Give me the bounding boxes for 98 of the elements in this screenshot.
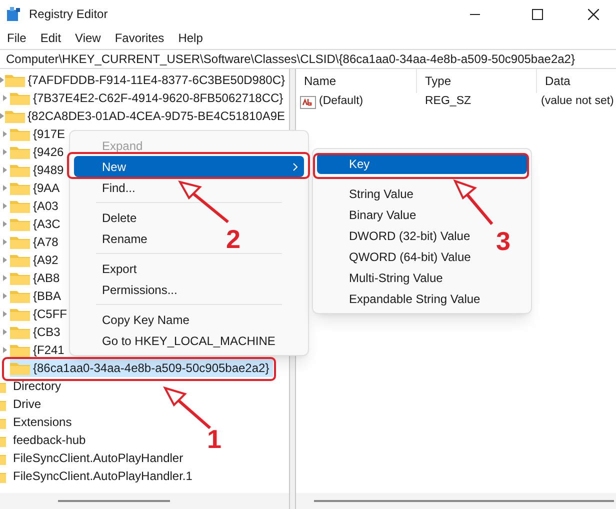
folder-icon xyxy=(10,272,30,284)
menu-item[interactable]: Permissions... xyxy=(74,279,180,300)
folder-icon xyxy=(10,200,30,212)
column-header[interactable]: Data xyxy=(536,69,616,93)
tree-item[interactable]: {C5FF xyxy=(10,305,72,323)
tree-item[interactable]: {9AA xyxy=(10,179,64,197)
folder-icon xyxy=(10,290,30,302)
folder-icon xyxy=(10,308,30,320)
scrollbar-thumb[interactable] xyxy=(314,500,614,502)
expand-chevron-icon[interactable] xyxy=(3,131,7,137)
expand-chevron-icon[interactable] xyxy=(3,347,7,353)
tree-item[interactable]: {A03 xyxy=(10,197,62,215)
tree-item[interactable]: Extensions xyxy=(0,413,75,431)
app-icon xyxy=(7,7,21,21)
annotation-number: 3 xyxy=(496,228,510,254)
folder-icon xyxy=(10,236,30,248)
tree-item[interactable]: {7B37E4E2-C62F-4914-9620-8FB5062718CC} xyxy=(10,89,288,107)
tree-item[interactable]: {A78 xyxy=(10,233,62,251)
close-icon xyxy=(588,8,598,20)
tree-item[interactable]: {7AFDFDDB-F914-11E4-8377-6C3BE50D980C} xyxy=(4,71,289,89)
tree-item[interactable]: Drive xyxy=(0,395,44,413)
value-name: (Default) xyxy=(319,94,364,110)
tree-item[interactable]: Directory xyxy=(0,377,64,395)
expand-chevron-icon[interactable] xyxy=(0,113,4,119)
column-header[interactable]: Name xyxy=(296,69,416,93)
window-title: Registry Editor xyxy=(29,6,108,23)
tree-item[interactable]: {F241 xyxy=(10,341,68,359)
table-cell-text: (value not set) xyxy=(540,94,615,110)
expand-chevron-icon[interactable] xyxy=(3,239,7,245)
folder-icon xyxy=(10,128,30,140)
column-header[interactable]: Type xyxy=(416,69,536,93)
annotation-number: 1 xyxy=(207,426,222,452)
folder-icon xyxy=(10,218,30,230)
expand-chevron-icon[interactable] xyxy=(0,77,4,83)
tree-item[interactable]: {A92 xyxy=(10,251,62,269)
annotation-arrow xyxy=(453,179,494,225)
folder-icon xyxy=(10,182,30,194)
menu-item[interactable]: Multi-String Value xyxy=(317,267,445,288)
scrollbar-thumb[interactable] xyxy=(58,500,170,502)
expand-chevron-icon[interactable] xyxy=(3,185,7,191)
menu-item[interactable]: Copy Key Name xyxy=(74,309,192,330)
expand-chevron-icon[interactable] xyxy=(3,167,7,173)
menu-item[interactable]: Export xyxy=(74,258,139,279)
tree-item[interactable]: {9489 xyxy=(10,161,68,179)
menu-item[interactable]: File xyxy=(7,29,26,47)
expand-chevron-icon[interactable] xyxy=(3,275,7,281)
horizontal-scrollbar[interactable] xyxy=(0,493,289,509)
tree-item[interactable]: {9426 xyxy=(10,143,68,161)
menu-item[interactable]: Rename xyxy=(74,228,150,249)
expand-chevron-icon[interactable] xyxy=(3,149,7,155)
menu-item[interactable]: String Value xyxy=(317,183,416,204)
tree-item[interactable]: feedback-hub xyxy=(0,431,89,449)
expand-chevron-icon[interactable] xyxy=(3,221,7,227)
menu-item[interactable]: Binary Value xyxy=(317,204,418,225)
menu-item[interactable]: Expandable String Value xyxy=(317,288,482,309)
horizontal-scrollbar[interactable] xyxy=(296,493,616,509)
folder-icon xyxy=(10,92,30,104)
folder-icon xyxy=(10,326,30,338)
expand-chevron-icon[interactable] xyxy=(3,329,7,335)
menu-item[interactable]: View xyxy=(75,29,101,47)
expand-chevron-icon[interactable] xyxy=(3,257,7,263)
table-cell-text: REG_SZ xyxy=(424,94,472,110)
expand-chevron-icon[interactable] xyxy=(3,95,7,101)
tree-item[interactable]: {AB8 xyxy=(10,269,64,287)
tree-item[interactable]: {86ca1aa0-34aa-4e8b-a509-50c905bae2a2} xyxy=(10,359,274,377)
folder-icon xyxy=(10,344,30,356)
annotation-number: 2 xyxy=(226,226,240,252)
annotation-arrow xyxy=(178,180,229,224)
folder-icon xyxy=(4,110,25,122)
maximize-icon xyxy=(532,8,542,20)
expand-chevron-icon[interactable] xyxy=(3,203,7,209)
tree-item[interactable]: {CB3 xyxy=(10,323,64,341)
string-value-icon xyxy=(300,96,316,108)
folder-icon xyxy=(10,164,30,176)
folder-icon xyxy=(10,146,30,158)
tree-item[interactable]: FileSyncClient.AutoPlayHandler.1 xyxy=(0,467,196,485)
menu-item[interactable]: New xyxy=(74,156,304,177)
menu-item[interactable]: Key xyxy=(317,153,527,174)
tree-item[interactable]: FileSyncClient.AutoPlayHandler xyxy=(0,449,186,467)
folder-icon xyxy=(4,74,25,86)
tree-item[interactable]: {BBA xyxy=(10,287,66,305)
menu-item[interactable]: DWORD (32-bit) Value xyxy=(317,225,472,246)
expand-chevron-icon[interactable] xyxy=(3,293,7,299)
address-bar[interactable]: Computer\HKEY_CURRENT_USER\Software\Classes\CLSID\{86ca1aa0-34aa-4e8b-a509-50c905bae2a2} xyxy=(0,49,616,69)
menu-item[interactable]: Help xyxy=(178,29,203,47)
menu-item[interactable]: Edit xyxy=(40,29,62,47)
folder-icon xyxy=(10,254,30,266)
expand-chevron-icon[interactable] xyxy=(3,311,7,317)
tree-item[interactable]: {A3C xyxy=(10,215,64,233)
menu-item[interactable]: QWORD (64-bit) Value xyxy=(317,246,473,267)
menu-item[interactable]: Go to HKEY_LOCAL_MACHINE xyxy=(74,330,278,351)
folder-icon xyxy=(10,362,30,374)
annotation-arrow xyxy=(163,386,211,430)
menu-item[interactable]: Favorites xyxy=(114,29,164,47)
tree-item[interactable]: {917E xyxy=(10,125,70,143)
menu-item[interactable]: Find... xyxy=(74,177,138,198)
tree-item[interactable]: {82CA8DE3-01AD-4CEA-9D75-BE4C51810A9E xyxy=(4,107,289,125)
menu-item[interactable]: Delete xyxy=(74,207,139,228)
